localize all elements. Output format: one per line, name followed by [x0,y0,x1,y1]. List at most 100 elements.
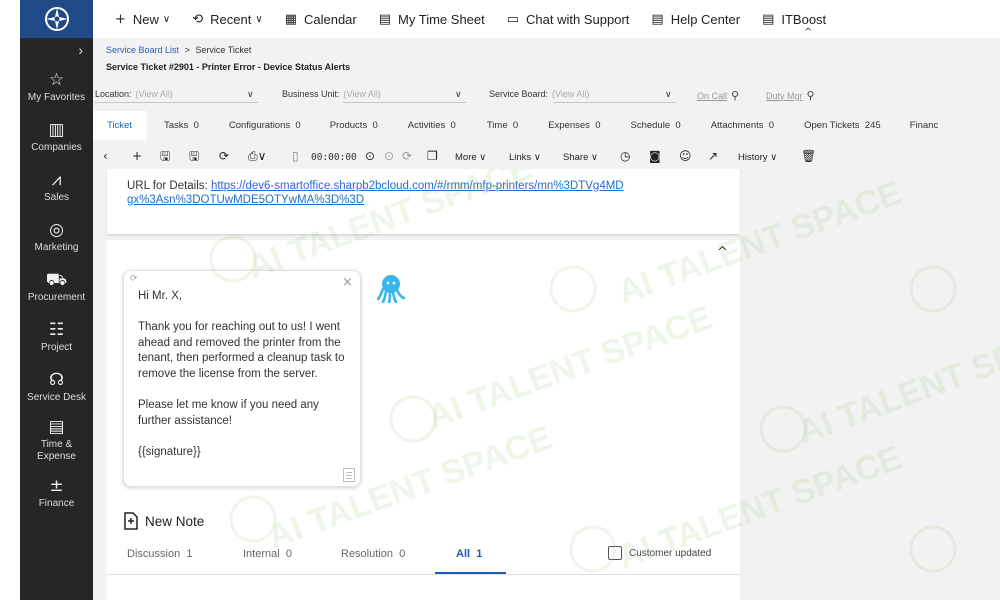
copy-icon[interactable]: ❐ [427,148,438,164]
business-unit-filter[interactable]: Business Unit: (View All) [282,89,381,99]
octopus-assistant-icon[interactable] [377,273,405,303]
tab-configurations[interactable]: Configurations 0 [229,111,301,140]
collapse-chevron-up-icon[interactable]: ^ [717,245,728,260]
sidebar-item-procurement[interactable]: ⛟ Procurement [20,262,93,312]
notes-card: ^ ⟳ × Hi Mr. X, Thank you for reaching o… [107,240,740,600]
my-time-sheet-link[interactable]: ▤ My Time Sheet [379,12,485,27]
document-icon[interactable] [343,468,355,482]
copy-disabled-icon[interactable]: ▯ [292,148,299,164]
screen-capture-icon[interactable]: ◙ [649,148,661,164]
sidebar-item-companies[interactable]: ▥ Companies [20,112,93,162]
target-icon: ◎ [49,220,64,240]
links-label: Links [509,152,532,163]
share-menu[interactable]: Share ∨ [563,150,598,166]
detail-card: URL for Details: https://dev6-smartoffic… [107,169,740,235]
tab-finance[interactable]: Financ [910,111,939,140]
sidebar-item-sales[interactable]: ⩘ Sales [20,162,93,212]
sidebar-item-finance[interactable]: ± Finance [20,468,93,518]
plus-icon: + [115,11,126,27]
chevron-down-icon[interactable]: ∨ [665,89,672,100]
tab-count: 0 [193,120,199,131]
tab-ticket[interactable]: Ticket [93,111,147,140]
chevron-down-icon[interactable]: ∨ [247,89,254,100]
tab-label: Schedule [630,120,671,131]
back-chevron-icon[interactable]: ‹ [103,148,108,164]
tab-label: Tasks [163,120,189,131]
service-board-filter[interactable]: Service Board: (View All) [489,89,589,99]
search-icon[interactable]: ⚲ [807,89,815,102]
checkbox-box[interactable] [608,546,622,560]
on-call-search[interactable]: On Call ⚲ [697,89,739,102]
save-and-close-icon[interactable]: 🖫 [189,148,199,164]
print-icon[interactable]: ⎙∨ [248,148,266,164]
new-menu[interactable]: + New ∨ [115,12,170,27]
open-external-icon[interactable]: ↗ [708,148,718,164]
recent-menu[interactable]: ⟲ Recent ∨ [192,12,262,27]
note-draft-bubble: ⟳ × Hi Mr. X, Thank you for reaching out… [123,270,361,487]
help-center-link[interactable]: ▤ Help Center [651,12,740,27]
history-menu[interactable]: History ∨ [738,150,777,166]
tab-tasks[interactable]: Tasks 0 [164,111,199,140]
calculator-icon: ± [49,476,64,496]
calendar-link[interactable]: ▦ Calendar [285,12,357,27]
tab-schedule[interactable]: Schedule 0 [631,111,681,140]
note-text: Hi Mr. X, Thank you for reaching out to … [138,290,345,458]
add-icon[interactable]: + [132,148,142,164]
search-icon[interactable]: ⚲ [731,89,739,102]
close-icon[interactable]: × [342,275,353,290]
duty-mgr-link[interactable]: Duty Mgr [766,91,803,101]
tab-expenses[interactable]: Expenses 0 [548,111,600,140]
expand-sidebar-chevron-icon[interactable]: › [20,38,93,62]
clock-icon[interactable]: ◷ [620,148,630,164]
tab-discussion[interactable]: Discussion 1 [127,548,192,560]
history-icon: ⟲ [192,11,204,27]
tab-attachments[interactable]: Attachments 0 [711,111,774,140]
sidebar-item-time-expense[interactable]: ▤ Time & Expense [20,412,93,468]
recent-label: Recent [210,11,252,27]
tab-products[interactable]: Products 0 [330,111,378,140]
sidebar-item-my-favorites[interactable]: ☆ My Favorites [20,62,93,112]
save-icon[interactable]: 🖫 [160,148,170,164]
chat-icon: ▭ [506,11,520,27]
new-note-button[interactable]: New Note [123,512,204,530]
url-details: URL for Details: https://dev6-smartoffic… [127,179,627,207]
page-title: Service Ticket #2901 - Printer Error - D… [106,62,351,72]
tab-internal[interactable]: Internal 0 [243,548,292,560]
url-label: URL for Details: [127,180,208,192]
links-menu[interactable]: Links ∨ [509,150,541,166]
tab-time[interactable]: Time 0 [487,111,518,140]
sidebar-item-service-desk[interactable]: ☊ Service Desk [20,362,93,412]
sidebar-item-label: Sales [43,192,69,203]
app-logo[interactable] [20,0,93,38]
tab-open-tickets[interactable]: Open Tickets 245 [804,111,881,140]
duty-mgr-search[interactable]: Duty Mgr ⚲ [766,89,815,102]
tab-label: Configurations [228,120,291,131]
on-call-link[interactable]: On Call [697,91,727,101]
sidebar-item-marketing[interactable]: ◎ Marketing [20,212,93,262]
chart-icon: ⩘ [51,170,62,190]
tab-resolution[interactable]: Resolution 0 [341,548,405,560]
timer-reset-icon[interactable]: ⟳ [402,148,412,164]
sidebar-item-project[interactable]: ☷ Project [20,312,93,362]
user-icon[interactable]: ☺ [679,148,692,164]
more-menu[interactable]: More ∨ [455,150,486,166]
tab-count: 1 [186,548,193,560]
chevron-up-icon[interactable]: ^ [804,27,812,38]
delete-icon[interactable]: 🗑 [801,148,816,164]
tab-all[interactable]: All 1 [456,548,482,560]
refresh-icon[interactable]: ⟳ [219,148,229,164]
timer-start-icon[interactable]: ⊙ [365,148,375,164]
breadcrumb-parent-link[interactable]: Service Board List [106,45,179,55]
location-filter[interactable]: Location: (View All) [95,89,173,99]
itboost-link[interactable]: ▤ ITBoost [762,12,826,27]
tab-label: Expenses [548,120,590,131]
building-icon: ▥ [48,120,65,140]
chat-with-support-link[interactable]: ▭ Chat with Support [507,12,630,27]
timer-pause-icon[interactable]: ⊙ [384,148,394,164]
customer-updated-checkbox[interactable]: Customer updated [608,546,711,560]
tab-activities[interactable]: Activities 0 [408,111,456,140]
refresh-icon[interactable]: ⟳ [130,274,138,284]
note-tabs: Discussion 1 Internal 0 Resolution 0 All… [107,541,740,575]
business-unit-label: Business Unit: [282,89,340,99]
chevron-down-icon[interactable]: ∨ [455,89,462,100]
